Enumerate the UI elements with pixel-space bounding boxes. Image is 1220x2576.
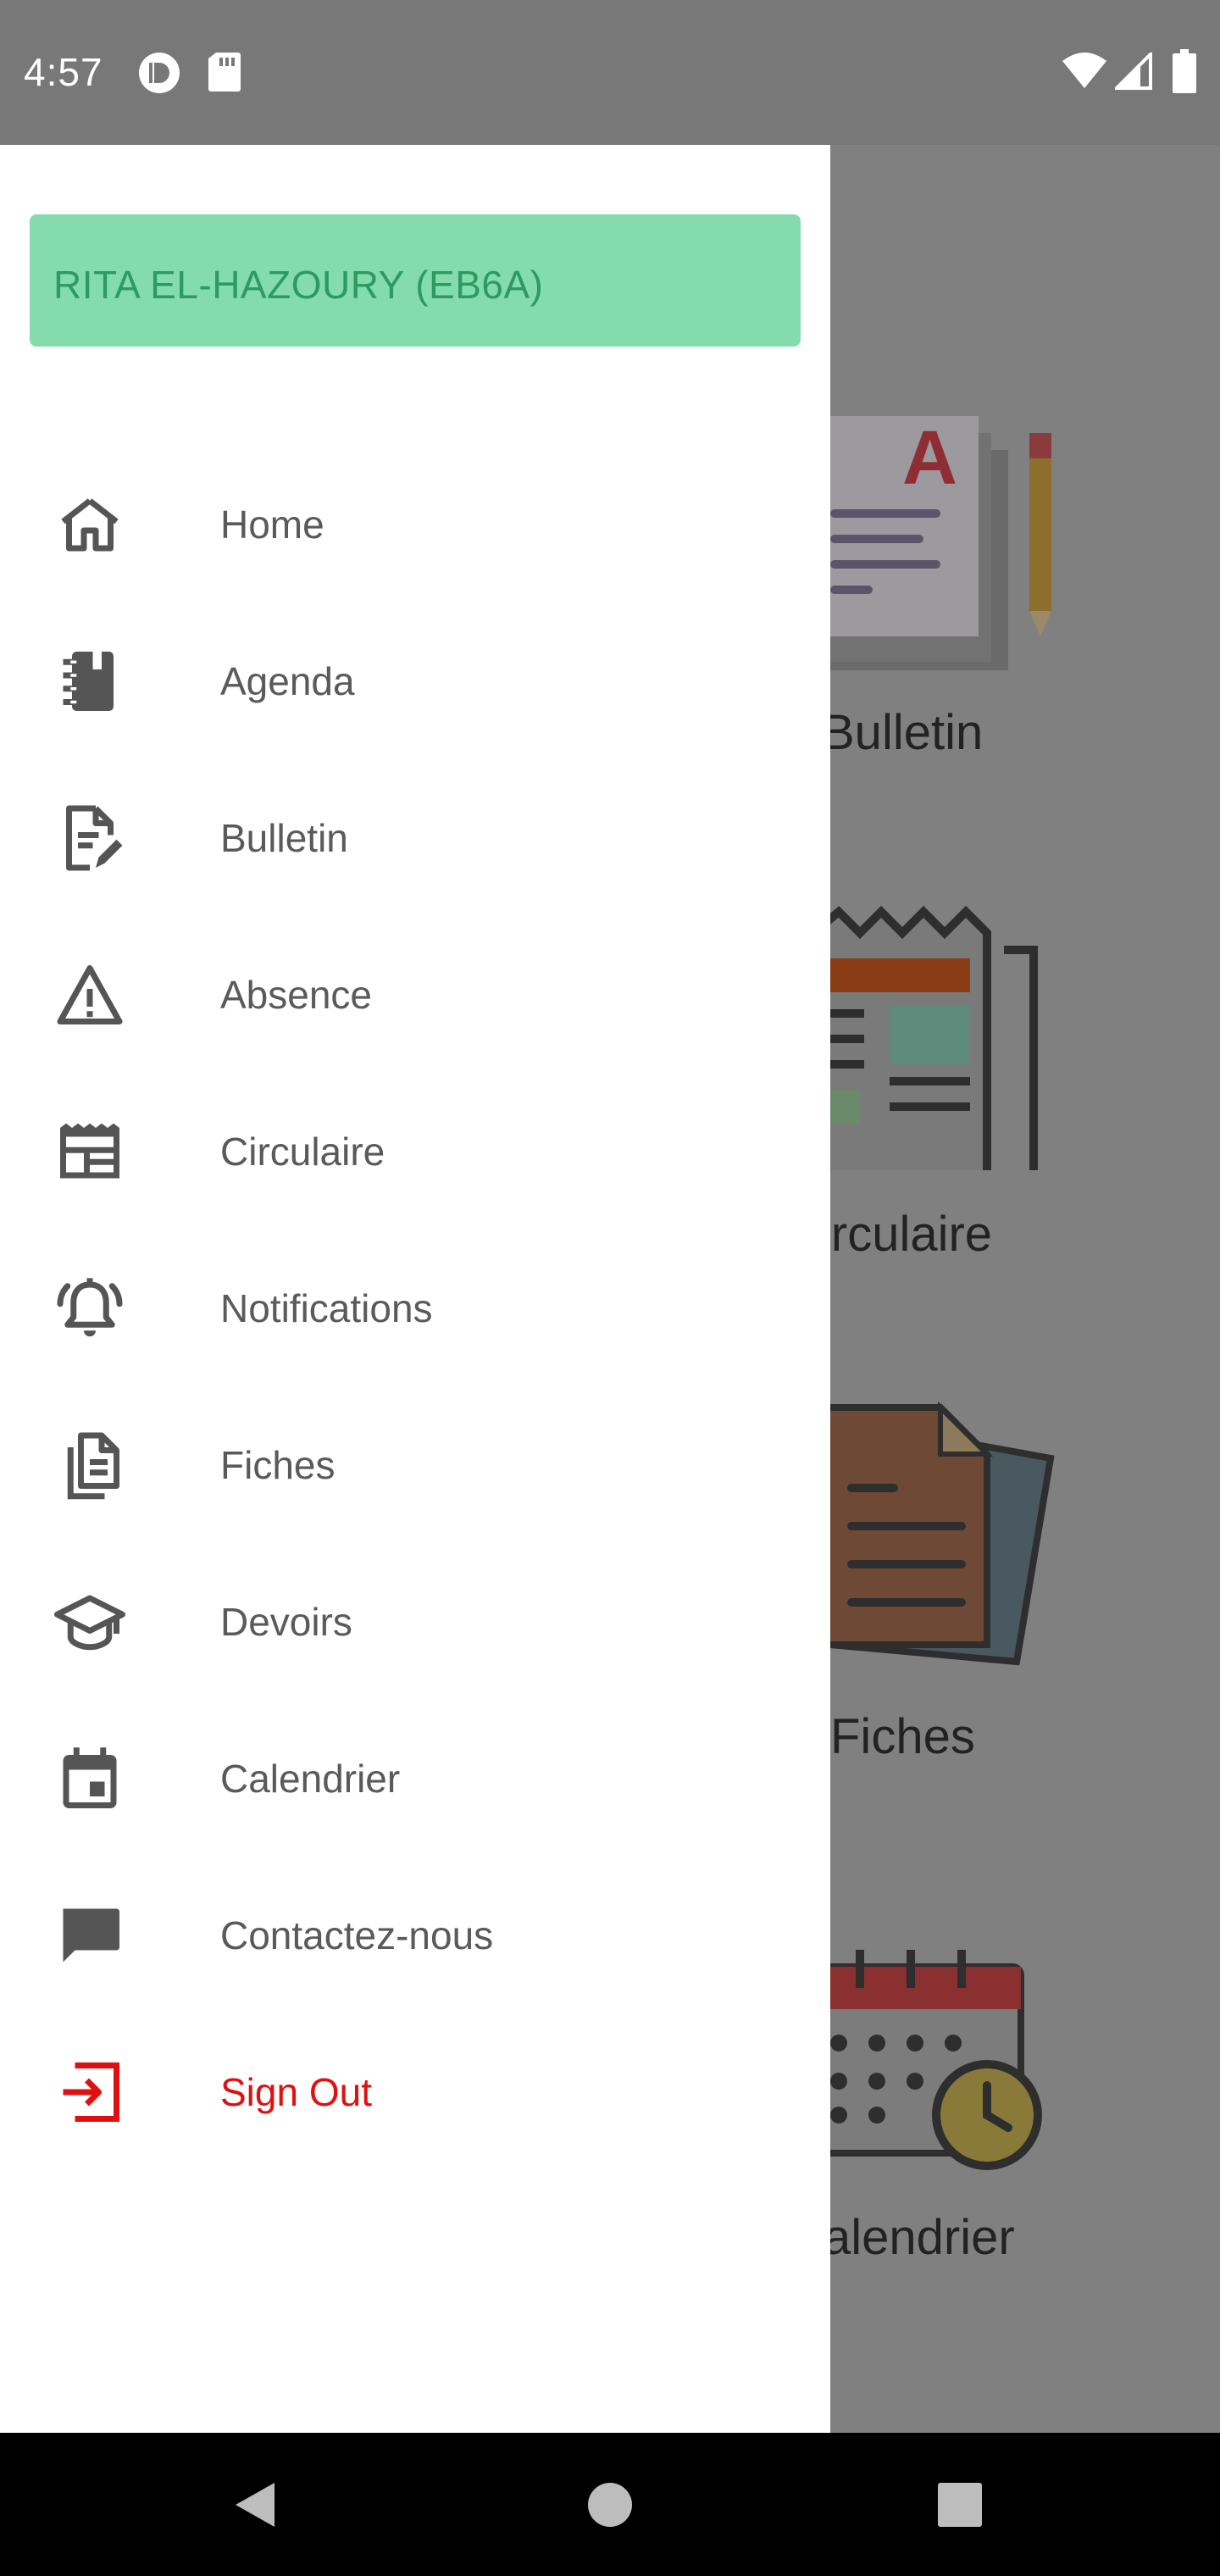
menu-label-home: Home: [220, 502, 324, 547]
menu-item-devoirs[interactable]: Devoirs: [0, 1543, 830, 1700]
navigation-drawer: RITA EL-HAZOURY (EB6A) Home Agenda Bulle…: [0, 145, 830, 2433]
menu-item-calendrier[interactable]: Calendrier: [0, 1700, 830, 1857]
warning-icon: [57, 964, 123, 1024]
wifi-icon: [1062, 53, 1106, 88]
sign-out-icon: [63, 2062, 119, 2122]
menu-label-agenda: Agenda: [220, 658, 355, 703]
newspaper-icon: [60, 1123, 119, 1178]
menu-label-bulletin: Bulletin: [220, 815, 348, 860]
user-card[interactable]: RITA EL-HAZOURY (EB6A): [30, 214, 801, 347]
menu-label-fiches: Fiches: [220, 1442, 336, 1487]
home-icon: [61, 497, 119, 551]
document-illustration: [813, 1401, 1055, 1666]
menu-label-absence: Absence: [220, 972, 373, 1017]
bulletin-illustration: A: [813, 416, 1051, 670]
user-name: RITA EL-HAZOURY (EB6A): [53, 263, 544, 307]
bg-tile-fiches: Fiches: [830, 1709, 975, 1764]
menu-item-home[interactable]: Home: [0, 446, 830, 602]
sd-card-icon: [208, 53, 241, 92]
system-nav-bar: [0, 2433, 1220, 2576]
bg-tile-bulletin: Bulletin: [822, 705, 984, 760]
status-time: 4:57: [24, 50, 103, 94]
menu-label-contactez-nous: Contactez-nous: [220, 1913, 494, 1957]
home-button-icon[interactable]: [586, 2481, 634, 2529]
bulletin-icon: [66, 805, 123, 870]
calendar-illustration: [813, 1950, 1042, 2170]
menu-label-calendrier: Calendrier: [220, 1756, 401, 1801]
cloud-icon: [139, 53, 180, 93]
menu-item-contactez-nous[interactable]: Contactez-nous: [0, 1857, 830, 2013]
menu-item-sign-out[interactable]: Sign Out: [0, 2013, 830, 2170]
status-bar: 4:57: [0, 0, 1220, 145]
agenda-icon: [63, 651, 114, 711]
menu-item-fiches[interactable]: Fiches: [0, 1386, 830, 1543]
recents-icon[interactable]: [938, 2482, 982, 2527]
menu-item-agenda[interactable]: Agenda: [0, 602, 830, 759]
menu-item-bulletin[interactable]: Bulletin: [0, 759, 830, 916]
menu-label-circulaire: Circulaire: [220, 1129, 385, 1174]
menu-item-circulaire[interactable]: Circulaire: [0, 1073, 830, 1230]
bell-icon: [57, 1277, 123, 1336]
graduation-cap-icon: [54, 1595, 125, 1650]
signal-icon: [1115, 53, 1152, 90]
menu-label-sign-out: Sign Out: [220, 2069, 372, 2114]
menu-label-notifications: Notifications: [220, 1285, 433, 1330]
svg-text:A: A: [902, 416, 957, 501]
back-icon[interactable]: [230, 2479, 278, 2530]
newspaper-illustration: [813, 905, 1038, 1170]
calendar-icon: [63, 1746, 117, 1808]
documents-icon: [67, 1432, 119, 1499]
menu-item-notifications[interactable]: Notifications: [0, 1230, 830, 1386]
bg-tile-circulaire: irculaire: [820, 1207, 993, 1262]
menu-label-devoirs: Devoirs: [220, 1599, 352, 1644]
chat-icon: [63, 1908, 119, 1962]
battery-icon: [1173, 49, 1196, 93]
menu-item-absence[interactable]: Absence: [0, 916, 830, 1073]
bg-tile-calendrier: alendrier: [824, 2210, 1015, 2265]
